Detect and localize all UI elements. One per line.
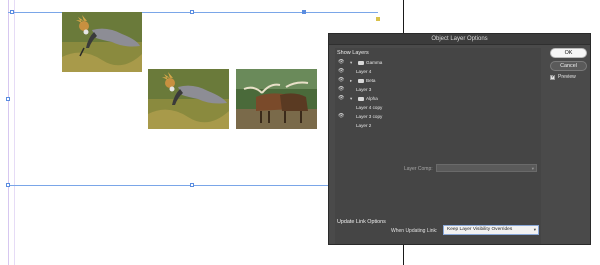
dialog-title: Object Layer Options: [329, 34, 590, 45]
margin-guide-left: [8, 0, 9, 265]
crane-photo-graphic-2: [148, 69, 229, 129]
layer-row[interactable]: 👁 ▸ Beta: [336, 76, 543, 85]
cattle-image[interactable]: [236, 69, 317, 129]
margin-guide-left-2: [14, 0, 15, 265]
frame-bottom-edge: [8, 185, 328, 186]
cancel-button[interactable]: Cancel: [550, 61, 587, 71]
layer-name: Layer 2: [356, 123, 372, 128]
layer-row[interactable]: 👁 ▾ Alpha: [336, 94, 543, 103]
update-link-options-label: Update Link Options: [337, 219, 386, 225]
layer-name: Alpha: [366, 96, 378, 101]
layer-name: Beta: [366, 78, 376, 83]
eye-icon[interactable]: 👁: [338, 67, 344, 76]
eye-icon[interactable]: 👁: [338, 94, 344, 103]
folder-icon: [358, 61, 364, 65]
when-updating-link-dropdown[interactable]: Keep Layer Visibility Overrides ▾: [443, 225, 539, 235]
layer-row[interactable]: Layer 4 copy: [336, 103, 543, 112]
disclosure-open-icon[interactable]: ▾: [350, 94, 352, 103]
eye-icon[interactable]: 👁: [338, 85, 344, 94]
object-layer-options-dialog: Object Layer Options Show Layers 👁 ▾ Gam…: [328, 33, 591, 245]
preview-checkbox[interactable]: [550, 74, 555, 80]
layer-row[interactable]: 👁 Layer 4: [336, 67, 543, 76]
layer-row[interactable]: Layer 2: [336, 121, 543, 130]
layer-comp-label: Layer Comp:: [404, 166, 433, 172]
folder-icon: [358, 97, 364, 101]
frame-handle-top-left[interactable]: [10, 10, 14, 14]
disclosure-closed-icon[interactable]: ▸: [350, 76, 352, 85]
when-updating-link-value: Keep Layer Visibility Overrides: [447, 227, 513, 232]
frame-handle-bottom-mid[interactable]: [190, 183, 194, 187]
layer-row[interactable]: 👁 Layer 3 copy: [336, 112, 543, 121]
layer-row[interactable]: 👁 Layer 3: [336, 85, 543, 94]
eye-icon[interactable]: 👁: [338, 76, 344, 85]
layer-name: Layer 4: [356, 69, 372, 74]
crane-image-2[interactable]: [148, 69, 229, 129]
content-grabber[interactable]: [376, 17, 380, 21]
layer-name: Layer 3: [356, 87, 372, 92]
frame-handle-bottom-left[interactable]: [6, 183, 10, 187]
layers-list[interactable]: 👁 ▾ Gamma 👁 Layer 4 👁 ▸ Beta 👁 Layer 3 👁…: [336, 58, 543, 168]
disclosure-open-icon[interactable]: ▾: [350, 58, 352, 67]
when-updating-link-label: When Updating Link:: [391, 228, 438, 234]
ok-button[interactable]: OK: [550, 48, 587, 58]
layer-name: Gamma: [366, 60, 383, 65]
chevron-down-icon: ▾: [533, 227, 536, 232]
frame-handle-top-mid[interactable]: [190, 10, 194, 14]
cattle-photo-graphic: [236, 69, 317, 129]
folder-icon: [358, 79, 364, 83]
crane-image-1[interactable]: [62, 12, 142, 72]
eye-icon[interactable]: 👁: [338, 58, 344, 67]
show-layers-label: Show Layers: [337, 50, 369, 56]
frame-handle-top-right[interactable]: [302, 10, 306, 14]
eye-icon[interactable]: 👁: [338, 112, 344, 121]
frame-handle-mid-left[interactable]: [6, 97, 10, 101]
preview-label: Preview: [558, 74, 576, 80]
layer-row[interactable]: 👁 ▾ Gamma: [336, 58, 543, 67]
layer-comp-dropdown[interactable]: ▾: [436, 164, 537, 172]
crane-photo-graphic: [62, 12, 142, 72]
layer-name: Layer 3 copy: [356, 114, 383, 119]
layer-name: Layer 4 copy: [356, 105, 383, 110]
chevron-down-icon: ▾: [531, 166, 534, 171]
